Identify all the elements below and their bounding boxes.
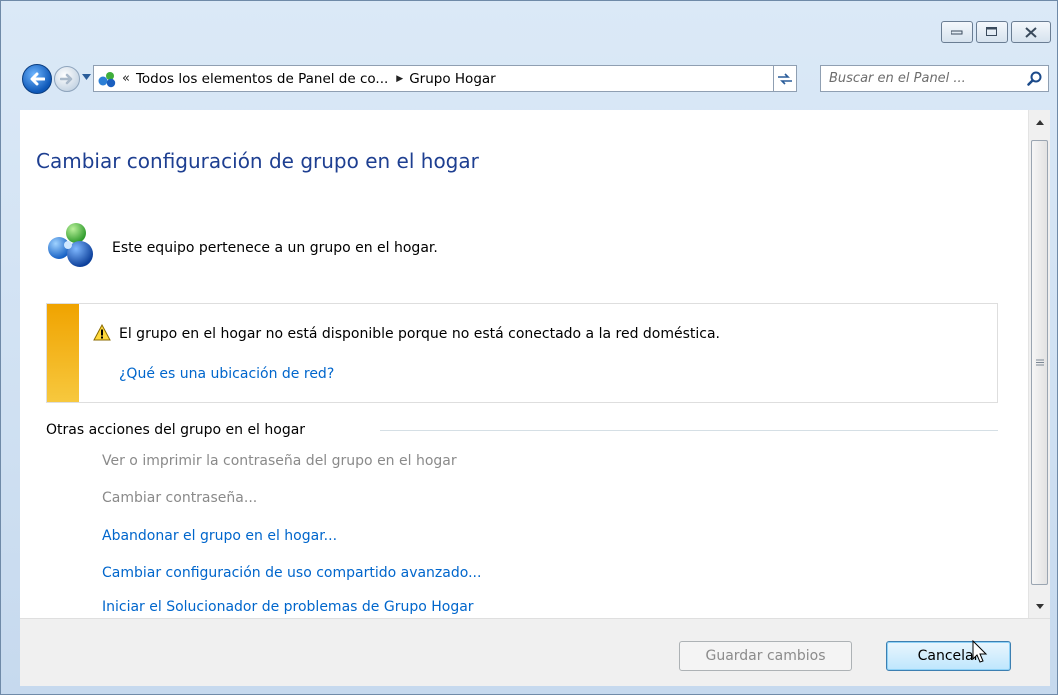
vertical-scrollbar[interactable] <box>1028 110 1050 618</box>
footer-bar: Guardar cambios Cancelar <box>20 618 1050 686</box>
mouse-cursor-icon <box>972 640 988 663</box>
other-actions-header: Otras acciones del grupo en el hogar <box>46 422 306 438</box>
back-button[interactable] <box>22 64 52 94</box>
address-bar[interactable]: « Todos los elementos de Panel de co... … <box>93 65 795 92</box>
homegroup-small-icon <box>98 71 116 87</box>
content-pane: Cambiar configuración de grupo en el hog… <box>20 110 1028 618</box>
caption-buttons <box>941 21 1051 43</box>
scroll-down-icon <box>1035 603 1044 609</box>
network-location-help-link[interactable]: ¿Qué es una ubicación de red? <box>119 366 334 382</box>
close-icon <box>1025 26 1037 38</box>
maximize-icon <box>986 27 997 36</box>
search-input[interactable] <box>827 70 1021 87</box>
forward-button[interactable] <box>54 66 80 92</box>
homegroup-icon <box>48 223 93 267</box>
grip-icon <box>1035 359 1044 366</box>
minimize-icon <box>951 30 963 35</box>
advanced-sharing-settings-link[interactable]: Cambiar configuración de uso compartido … <box>102 565 481 581</box>
address-overflow-chevron[interactable]: « <box>122 71 130 86</box>
warning-panel: El grupo en el hogar no está disponible … <box>46 303 998 403</box>
search-icon[interactable] <box>1027 71 1042 86</box>
breadcrumb-separator[interactable]: ▶ <box>396 74 403 84</box>
scroll-up-icon <box>1035 119 1044 125</box>
scroll-up-button[interactable] <box>1029 112 1050 132</box>
recent-pages-dropdown-icon[interactable] <box>82 74 91 80</box>
breadcrumb-homegroup[interactable]: Grupo Hogar <box>409 71 496 87</box>
refresh-button[interactable] <box>773 65 797 92</box>
refresh-icon <box>778 72 792 85</box>
page-title: Cambiar configuración de grupo en el hog… <box>36 149 479 173</box>
maximize-button[interactable] <box>976 21 1008 43</box>
breadcrumb-all-items[interactable]: Todos los elementos de Panel de co... <box>136 71 388 87</box>
scroll-thumb[interactable] <box>1031 140 1048 585</box>
navigation-bar: « Todos los elementos de Panel de co... … <box>20 62 1050 96</box>
scroll-down-button[interactable] <box>1029 596 1050 616</box>
close-button[interactable] <box>1011 21 1051 43</box>
view-print-password-link: Ver o imprimir la contraseña del grupo e… <box>102 453 457 469</box>
cancel-button[interactable]: Cancelar <box>886 641 1011 671</box>
homegroup-troubleshooter-link[interactable]: Iniciar el Solucionador de problemas de … <box>102 599 474 615</box>
homegroup-status-text: Este equipo pertenece a un grupo en el h… <box>112 240 438 256</box>
forward-arrow-icon <box>60 73 73 85</box>
warning-icon <box>93 324 111 341</box>
leave-homegroup-link[interactable]: Abandonar el grupo en el hogar... <box>102 528 337 544</box>
section-divider <box>380 430 998 431</box>
minimize-button[interactable] <box>941 21 973 43</box>
warning-stripe <box>47 304 79 402</box>
warning-message: El grupo en el hogar no está disponible … <box>119 326 721 342</box>
back-arrow-icon <box>30 72 45 86</box>
save-changes-button[interactable]: Guardar cambios <box>679 641 852 671</box>
change-password-link: Cambiar contraseña... <box>102 490 258 506</box>
search-box[interactable] <box>820 65 1049 92</box>
